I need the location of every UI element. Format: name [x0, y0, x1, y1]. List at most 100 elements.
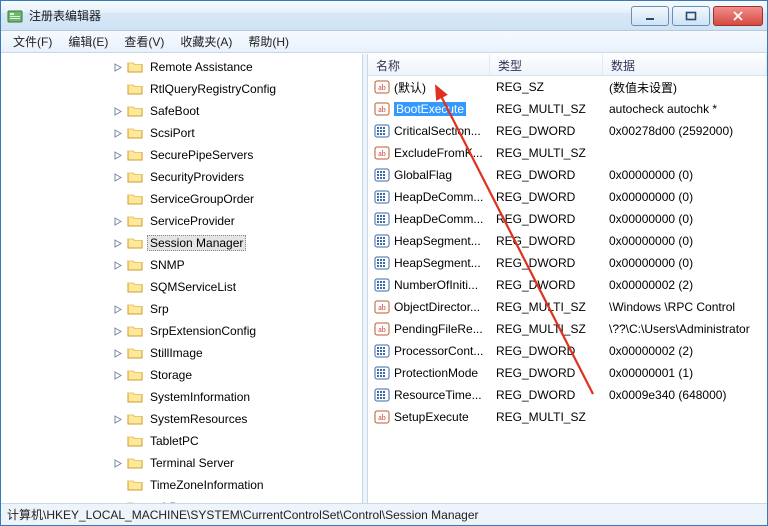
expand-icon[interactable] — [111, 302, 125, 316]
value-row[interactable]: HeapSegment...REG_DWORD0x00000000 (0) — [368, 252, 767, 274]
tree-item-scsiport[interactable]: ScsiPort — [1, 122, 362, 144]
expand-icon[interactable] — [111, 500, 125, 503]
cell-name: (默认) — [368, 79, 490, 96]
tree-item-safeboot[interactable]: SafeBoot — [1, 100, 362, 122]
value-row[interactable]: HeapDeComm...REG_DWORD0x00000000 (0) — [368, 208, 767, 230]
value-row[interactable]: ObjectDirector...REG_MULTI_SZ\Windows \R… — [368, 296, 767, 318]
col-name[interactable]: 名称 — [368, 54, 490, 75]
binary-value-icon — [374, 343, 390, 359]
expand-icon[interactable] — [111, 126, 125, 140]
value-row[interactable]: NumberOfIniti...REG_DWORD0x00000002 (2) — [368, 274, 767, 296]
expand-icon[interactable] — [111, 346, 125, 360]
tree-item-tabletpc[interactable]: TabletPC — [1, 430, 362, 452]
tree-item-terminal-server[interactable]: Terminal Server — [1, 452, 362, 474]
folder-icon — [127, 235, 143, 251]
folder-icon — [127, 81, 143, 97]
close-button[interactable] — [713, 6, 763, 26]
tree-item-remote-assistance[interactable]: Remote Assistance — [1, 56, 362, 78]
expand-icon[interactable] — [111, 324, 125, 338]
cell-data: 0x00000000 (0) — [603, 256, 767, 270]
app-icon — [7, 8, 23, 24]
expand-icon[interactable] — [111, 170, 125, 184]
folder-icon — [127, 389, 143, 405]
col-type[interactable]: 类型 — [490, 54, 603, 75]
tree-item-sqmservicelist[interactable]: SQMServiceList — [1, 276, 362, 298]
statusbar: 计算机\HKEY_LOCAL_MACHINE\SYSTEM\CurrentCon… — [1, 503, 767, 525]
binary-value-icon — [374, 189, 390, 205]
menu-item-4[interactable]: 帮助(H) — [240, 31, 297, 52]
string-value-icon — [374, 79, 390, 95]
menu-item-3[interactable]: 收藏夹(A) — [172, 31, 240, 52]
folder-icon — [127, 169, 143, 185]
value-row[interactable]: HeapSegment...REG_DWORD0x00000000 (0) — [368, 230, 767, 252]
col-data[interactable]: 数据 — [603, 54, 767, 75]
folder-icon — [127, 477, 143, 493]
binary-value-icon — [374, 123, 390, 139]
cell-name: CriticalSection... — [368, 123, 490, 139]
value-name: ProtectionMode — [394, 366, 478, 380]
expand-icon[interactable] — [111, 258, 125, 272]
value-row[interactable]: GlobalFlagREG_DWORD0x00000000 (0) — [368, 164, 767, 186]
folder-icon — [127, 257, 143, 273]
tree-item-stillimage[interactable]: StillImage — [1, 342, 362, 364]
tree-item-usbflags[interactable]: usbflags — [1, 496, 362, 503]
value-name: HeapDeComm... — [394, 190, 483, 204]
value-row[interactable]: PendingFileRe...REG_MULTI_SZ\??\C:\Users… — [368, 318, 767, 340]
expand-icon[interactable] — [111, 104, 125, 118]
tree-item-timezoneinformation[interactable]: TimeZoneInformation — [1, 474, 362, 496]
tree-item-srpextensionconfig[interactable]: SrpExtensionConfig — [1, 320, 362, 342]
value-row[interactable]: (默认)REG_SZ(数值未设置) — [368, 76, 767, 98]
tree-item-session-manager[interactable]: Session Manager — [1, 232, 362, 254]
window-controls — [628, 6, 763, 26]
tree-item-securepipeservers[interactable]: SecurePipeServers — [1, 144, 362, 166]
minimize-button[interactable] — [631, 6, 669, 26]
folder-icon — [127, 125, 143, 141]
tree-item-rtlqueryregistryconfig[interactable]: RtlQueryRegistryConfig — [1, 78, 362, 100]
value-row[interactable]: ProcessorCont...REG_DWORD0x00000002 (2) — [368, 340, 767, 362]
tree-item-systemresources[interactable]: SystemResources — [1, 408, 362, 430]
cell-name: SetupExecute — [368, 409, 490, 425]
expand-icon[interactable] — [111, 214, 125, 228]
value-row[interactable]: HeapDeComm...REG_DWORD0x00000000 (0) — [368, 186, 767, 208]
expand-icon[interactable] — [111, 368, 125, 382]
expand-icon[interactable] — [111, 412, 125, 426]
cell-type: REG_DWORD — [490, 190, 603, 204]
menu-item-1[interactable]: 编辑(E) — [60, 31, 116, 52]
cell-type: REG_DWORD — [490, 344, 603, 358]
menu-item-2[interactable]: 查看(V) — [116, 31, 172, 52]
cell-type: REG_DWORD — [490, 168, 603, 182]
value-row[interactable]: ProtectionModeREG_DWORD0x00000001 (1) — [368, 362, 767, 384]
tree-item-securityproviders[interactable]: SecurityProviders — [1, 166, 362, 188]
folder-icon — [127, 345, 143, 361]
value-name: ProcessorCont... — [394, 344, 483, 358]
value-name: PendingFileRe... — [394, 322, 483, 336]
value-row[interactable]: ResourceTime...REG_DWORD0x0009e340 (6480… — [368, 384, 767, 406]
cell-data: 0x00000001 (1) — [603, 366, 767, 380]
tree-pane[interactable]: Remote AssistanceRtlQueryRegistryConfigS… — [1, 54, 363, 503]
tree-item-servicegrouporder[interactable]: ServiceGroupOrder — [1, 188, 362, 210]
tree-item-srp[interactable]: Srp — [1, 298, 362, 320]
menu-item-0[interactable]: 文件(F) — [5, 31, 60, 52]
value-row[interactable]: CriticalSection...REG_DWORD0x00278d00 (2… — [368, 120, 767, 142]
cell-type: REG_MULTI_SZ — [490, 300, 603, 314]
tree-item-serviceprovider[interactable]: ServiceProvider — [1, 210, 362, 232]
value-name: CriticalSection... — [394, 124, 481, 138]
expand-icon — [111, 192, 125, 206]
maximize-button[interactable] — [672, 6, 710, 26]
values-pane[interactable]: 名称 类型 数据 (默认)REG_SZ(数值未设置)BootExecuteREG… — [368, 54, 767, 503]
expand-icon[interactable] — [111, 456, 125, 470]
value-row[interactable]: BootExecuteREG_MULTI_SZautocheck autochk… — [368, 98, 767, 120]
titlebar[interactable]: 注册表编辑器 — [1, 1, 767, 31]
tree-item-systeminformation[interactable]: SystemInformation — [1, 386, 362, 408]
cell-type: REG_DWORD — [490, 256, 603, 270]
value-name: BootExecute — [394, 102, 466, 116]
value-row[interactable]: ExcludeFromK...REG_MULTI_SZ — [368, 142, 767, 164]
cell-type: REG_DWORD — [490, 234, 603, 248]
expand-icon[interactable] — [111, 236, 125, 250]
value-row[interactable]: SetupExecuteREG_MULTI_SZ — [368, 406, 767, 428]
expand-icon[interactable] — [111, 60, 125, 74]
cell-name: HeapSegment... — [368, 255, 490, 271]
expand-icon[interactable] — [111, 148, 125, 162]
tree-item-snmp[interactable]: SNMP — [1, 254, 362, 276]
tree-item-storage[interactable]: Storage — [1, 364, 362, 386]
